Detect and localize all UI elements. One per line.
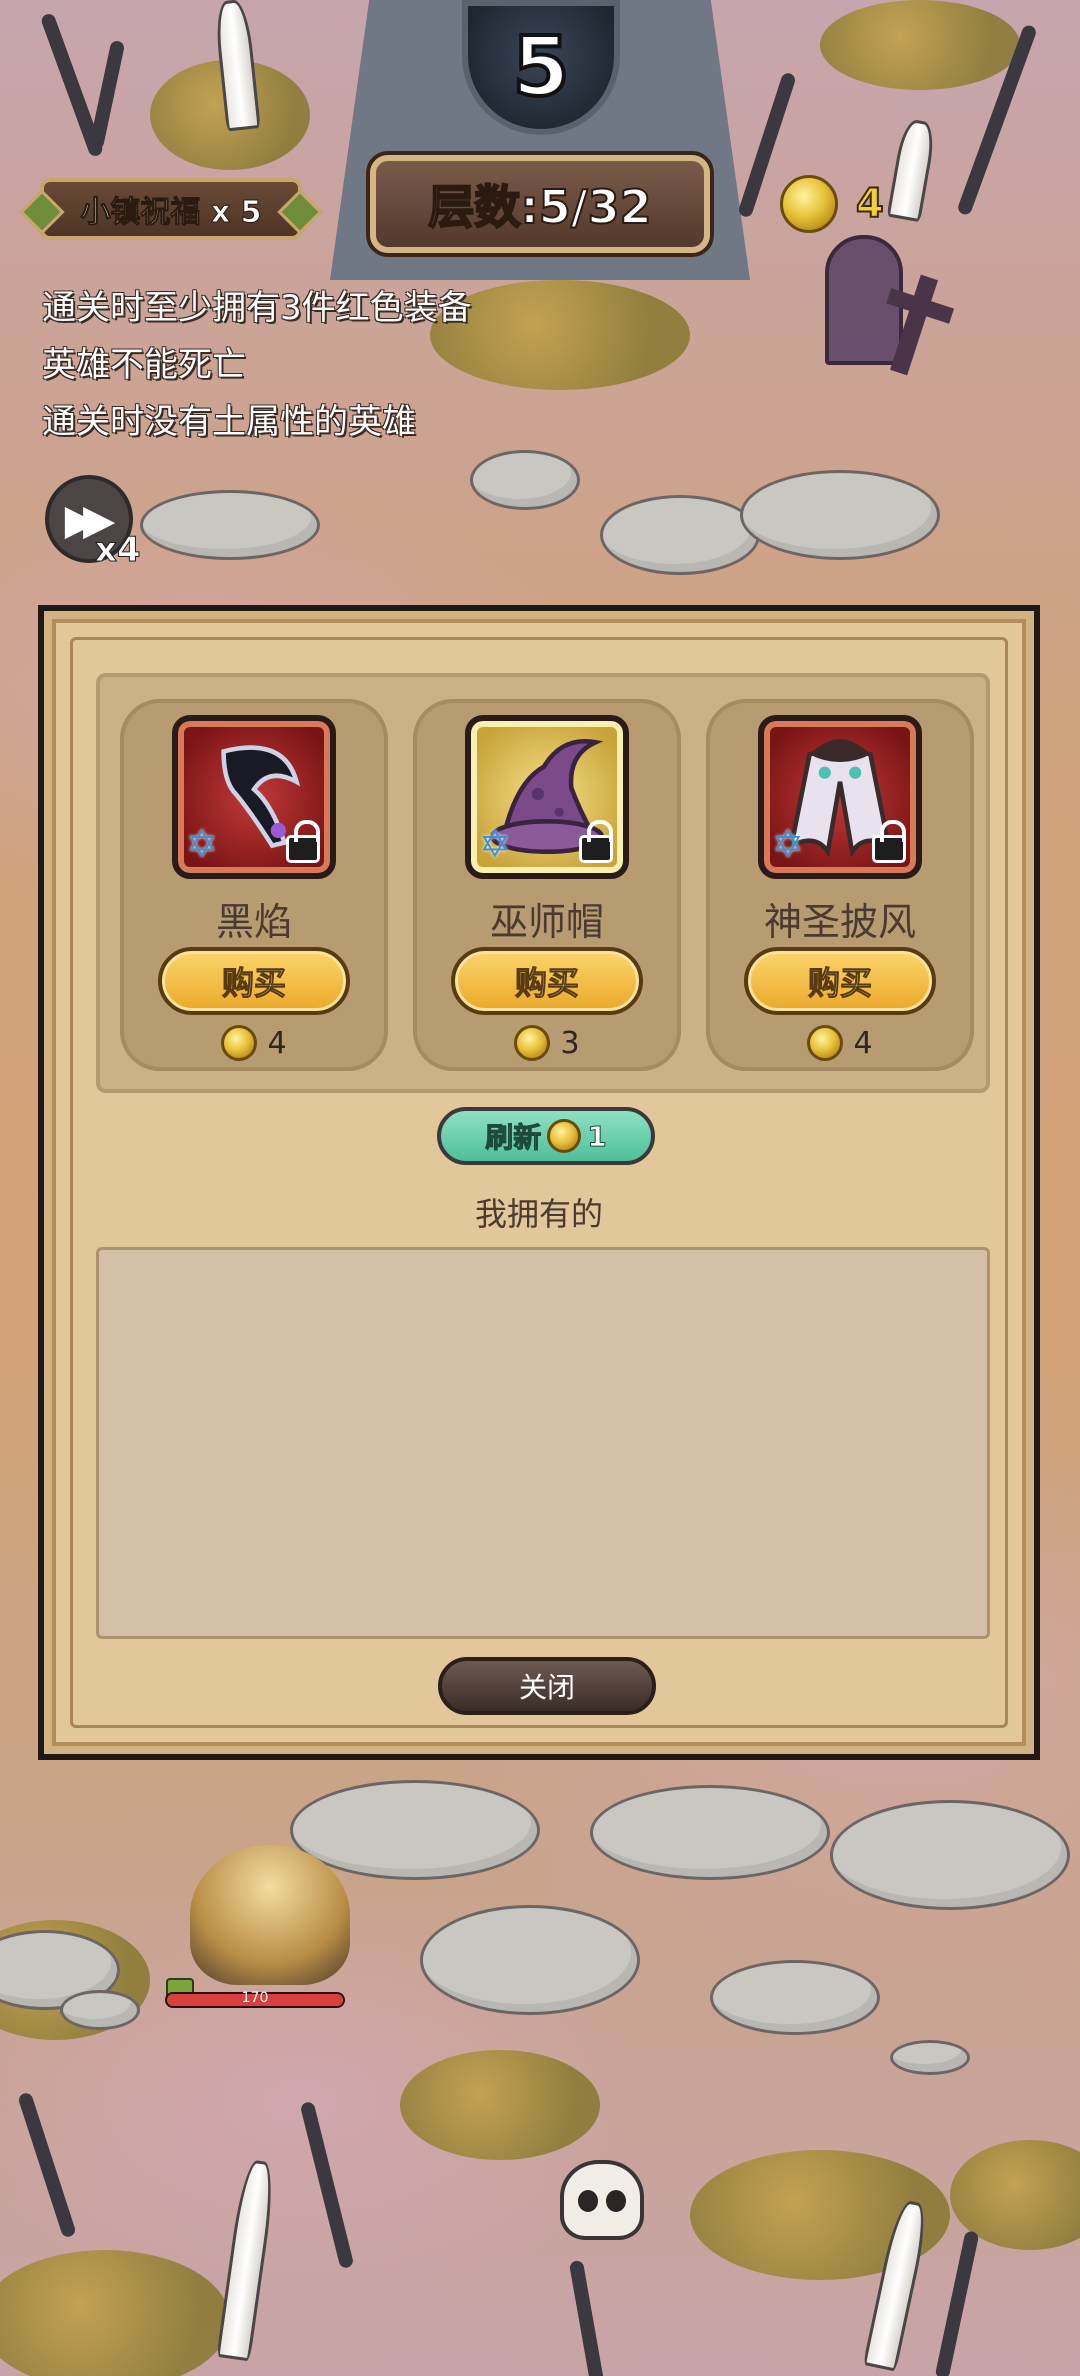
item-price: 3 bbox=[413, 1025, 681, 1061]
refresh-cost: 1 bbox=[587, 1119, 608, 1153]
lock-icon bbox=[579, 820, 613, 863]
refresh-button[interactable]: 刷新 1 bbox=[437, 1107, 655, 1165]
price-value: 4 bbox=[267, 1025, 287, 1061]
rock bbox=[830, 1800, 1070, 1910]
item-name: 巫师帽 bbox=[489, 900, 604, 944]
gold-coin-icon bbox=[514, 1025, 551, 1061]
rock bbox=[590, 1785, 830, 1880]
buy-button[interactable]: 购买 bbox=[744, 947, 936, 1015]
item-icon-tile[interactable]: ✡ bbox=[758, 715, 922, 879]
item-name: 黑焰 bbox=[215, 900, 292, 944]
dead-branch bbox=[934, 2230, 980, 2376]
bone-tusk bbox=[886, 117, 938, 223]
rock bbox=[420, 1905, 640, 2015]
hexagram-icon: ✡ bbox=[772, 822, 804, 866]
owned-items-area bbox=[96, 1247, 990, 1639]
wave-number: 5 bbox=[510, 18, 571, 117]
stage-conditions: 通关时至少拥有3件红色装备 英雄不能死亡 通关时没有土属性的英雄 bbox=[42, 280, 472, 451]
skull-icon bbox=[560, 2160, 644, 2240]
refresh-label: 刷新 bbox=[485, 1121, 542, 1155]
gold-coin-icon bbox=[780, 175, 838, 233]
close-button[interactable]: 关闭 bbox=[438, 1657, 656, 1715]
bush bbox=[820, 0, 1020, 90]
owned-section-title: 我拥有的 bbox=[474, 1195, 603, 1233]
lock-icon bbox=[872, 820, 906, 863]
hero-sprite bbox=[190, 1845, 350, 1985]
floor-indicator: 层数:5/32 bbox=[370, 155, 710, 253]
town-blessing-badge[interactable]: 小镇祝福 x 5 bbox=[40, 178, 302, 240]
dead-branch bbox=[299, 2100, 355, 2270]
hexagram-icon: ✡ bbox=[479, 822, 511, 866]
rock bbox=[740, 470, 940, 560]
shop-item-card: ✡ 巫师帽 购买 3 bbox=[413, 699, 681, 1071]
price-value: 4 bbox=[853, 1025, 873, 1061]
coin-counter: 4 bbox=[780, 175, 885, 233]
shop-items-frame: ✡ 黑焰 购买 4 ✡ 巫师帽 购买 3 ✡ 神圣披风 购买 4 bbox=[96, 673, 990, 1093]
bush bbox=[400, 2050, 600, 2160]
dead-branch bbox=[568, 2259, 606, 2376]
rock bbox=[600, 495, 760, 575]
item-name: 神圣披风 bbox=[763, 900, 916, 944]
blessing-label: 小镇祝福 x 5 bbox=[80, 195, 262, 231]
gold-coin-icon bbox=[807, 1025, 844, 1061]
dead-branch bbox=[88, 39, 126, 151]
shop-panel: ✡ 黑焰 购买 4 ✡ 巫师帽 购买 3 ✡ 神圣披风 购买 4 刷新 1 我拥… bbox=[38, 605, 1040, 1760]
rock bbox=[140, 490, 320, 560]
condition-item: 英雄不能死亡 bbox=[42, 345, 246, 385]
lock-icon bbox=[286, 820, 320, 863]
buy-button[interactable]: 购买 bbox=[158, 947, 350, 1015]
speed-multiplier: x4 bbox=[95, 530, 142, 571]
item-icon-tile[interactable]: ✡ bbox=[465, 715, 629, 879]
hexagram-icon: ✡ bbox=[186, 822, 218, 866]
condition-item: 通关时没有土属性的英雄 bbox=[42, 402, 416, 442]
hero-character[interactable] bbox=[160, 1815, 360, 1990]
price-value: 3 bbox=[560, 1025, 580, 1061]
rock bbox=[710, 1960, 880, 2035]
rock bbox=[890, 2040, 970, 2075]
shop-item-card: ✡ 黑焰 购买 4 bbox=[120, 699, 388, 1071]
condition-item: 通关时至少拥有3件红色装备 bbox=[42, 288, 472, 328]
bone-tusk bbox=[216, 2158, 278, 2362]
bush bbox=[0, 2250, 230, 2376]
dead-branch bbox=[17, 2091, 77, 2239]
item-icon-tile[interactable]: ✡ bbox=[172, 715, 336, 879]
hero-hp-value: 170 bbox=[241, 1990, 269, 2006]
rock bbox=[470, 450, 580, 510]
buy-button[interactable]: 购买 bbox=[451, 947, 643, 1015]
shop-item-card: ✡ 神圣披风 购买 4 bbox=[706, 699, 974, 1071]
item-price: 4 bbox=[706, 1025, 974, 1061]
floor-label: 层数:5/32 bbox=[427, 179, 652, 235]
rock bbox=[60, 1990, 140, 2030]
coin-amount: 4 bbox=[855, 180, 885, 228]
gold-coin-icon bbox=[221, 1025, 258, 1061]
item-price: 4 bbox=[120, 1025, 388, 1061]
gold-coin-icon bbox=[547, 1119, 582, 1153]
